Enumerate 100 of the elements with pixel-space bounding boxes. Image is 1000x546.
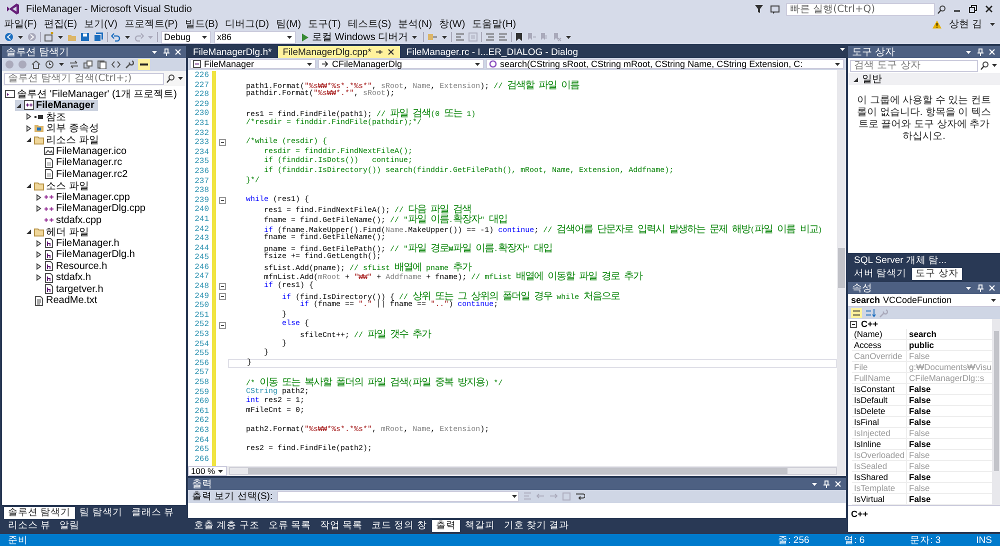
caret-icon[interactable] xyxy=(201,34,208,40)
menu-item[interactable]: 도구(T) xyxy=(308,17,341,31)
caret-icon[interactable] xyxy=(989,20,996,28)
close-icon[interactable] xyxy=(984,4,994,14)
collapse-icon[interactable] xyxy=(219,197,226,204)
caret-icon[interactable] xyxy=(834,60,841,68)
caret-icon[interactable] xyxy=(217,468,224,474)
caret-icon[interactable] xyxy=(991,62,998,69)
caret-icon[interactable] xyxy=(411,34,418,40)
user-name[interactable]: 상현 김 xyxy=(949,17,982,31)
tree-item[interactable]: FileManagerDlg.h xyxy=(35,249,139,260)
document-tab[interactable]: FileManagerDlg.cpp* xyxy=(278,46,400,58)
restore-icon[interactable] xyxy=(968,4,978,14)
tab[interactable]: 기호 찾기 결과 xyxy=(500,520,574,532)
caret-icon[interactable] xyxy=(510,493,518,500)
menu-item[interactable]: 팀(M) xyxy=(276,17,302,31)
menu-item[interactable]: 도움말(H) xyxy=(472,17,516,31)
search-field[interactable]: 솔루션 탐색기 검색(Ctrl+;) xyxy=(4,72,164,84)
tree-item[interactable]: 외부 종속성 xyxy=(25,122,103,134)
save-icon[interactable] xyxy=(80,32,90,42)
tab[interactable]: 팀 탐색기 xyxy=(76,507,126,519)
feedback-icon[interactable] xyxy=(770,4,780,14)
sync-icon[interactable] xyxy=(69,60,79,69)
tab[interactable]: 도구 상자 xyxy=(912,268,962,280)
quick-launch-field[interactable]: 빠른 실행(Ctrl+Q) xyxy=(786,2,935,16)
tree-item[interactable]: stdafx.h xyxy=(35,272,96,284)
tree-item[interactable]: FileManager.ico xyxy=(35,146,131,157)
caret-icon[interactable] xyxy=(177,75,184,82)
expanded-arrow-icon[interactable] xyxy=(25,182,32,190)
caret-icon[interactable] xyxy=(151,48,158,56)
categorized-icon[interactable] xyxy=(851,308,862,318)
expanded-arrow-icon[interactable] xyxy=(25,228,32,236)
expanded-arrow-icon[interactable] xyxy=(15,102,22,109)
new-project-icon[interactable] xyxy=(44,32,54,42)
tree-item[interactable]: Resource.h xyxy=(35,260,112,272)
menu-item[interactable]: 테스트(S) xyxy=(348,17,392,31)
menu-item[interactable]: 편집(E) xyxy=(44,17,78,31)
tab[interactable]: 알림 xyxy=(56,520,84,532)
menu-item[interactable]: 보기(V) xyxy=(84,17,118,31)
collapse-icon[interactable] xyxy=(219,283,226,290)
tree-item[interactable]: FileManager.h xyxy=(35,238,124,249)
menu-item[interactable]: 프로젝트(P) xyxy=(124,17,178,31)
tab[interactable]: 작업 목록 xyxy=(316,520,367,532)
menu-item[interactable]: 파일(F) xyxy=(4,17,37,31)
tree-item[interactable]: 솔루션 'FileManager' (1개 프로젝트) xyxy=(5,88,181,100)
code-icon[interactable] xyxy=(111,60,121,69)
tree-item[interactable]: FileManagerDlg.cpp xyxy=(35,203,150,214)
pin-icon[interactable] xyxy=(375,48,384,56)
tab[interactable]: 출력 xyxy=(432,520,460,532)
project-dropdown[interactable]: FileManager xyxy=(190,59,316,69)
member-dropdown[interactable]: search(CString sRoot, CString mRoot, CString Name, CString Extension, C: xyxy=(486,59,844,69)
close-icon[interactable] xyxy=(387,48,396,56)
configuration-dropdown[interactable]: Debug xyxy=(161,30,211,44)
start-debugging-button[interactable]: 로컬 Windows 디버거 xyxy=(299,30,420,44)
collapse-icon[interactable] xyxy=(219,139,226,146)
collapse-all-icon[interactable] xyxy=(83,60,93,69)
bookmark-icon[interactable] xyxy=(515,32,524,42)
tree-item[interactable]: 헤더 파일 xyxy=(25,226,93,238)
document-tab[interactable]: FileManager.rc - I...ER_DIALOG - Dialog xyxy=(401,46,583,58)
group-header[interactable]: 일반 xyxy=(848,73,1000,85)
class-dropdown[interactable]: CFileManagerDlg xyxy=(318,59,484,69)
collapsed-arrow-icon[interactable] xyxy=(25,113,32,120)
search-field[interactable]: 검색 도구 상자 xyxy=(850,60,978,72)
menu-item[interactable]: 디버그(D) xyxy=(225,17,270,31)
caret-icon[interactable] xyxy=(124,34,131,40)
zoom-dropdown[interactable]: 100 % xyxy=(188,466,228,476)
alphabetical-icon[interactable] xyxy=(865,308,876,318)
tab[interactable]: 클래스 뷰 xyxy=(127,507,178,519)
caret-icon[interactable] xyxy=(441,34,448,40)
platform-dropdown[interactable]: x86 xyxy=(214,30,296,44)
undo-icon[interactable] xyxy=(111,32,121,42)
tab[interactable]: 코드 정의 창 xyxy=(368,520,431,532)
clock-icon[interactable] xyxy=(45,60,54,69)
tree-item[interactable]: stdafx.cpp xyxy=(35,214,106,226)
document-tab[interactable]: FileManagerDlg.h* xyxy=(188,46,277,58)
caret-icon[interactable] xyxy=(839,46,846,53)
collapsed-arrow-icon[interactable] xyxy=(35,262,42,270)
tab[interactable]: 오류 목록 xyxy=(264,520,315,532)
caret-icon[interactable] xyxy=(811,480,818,488)
menu-item[interactable]: 분석(N) xyxy=(398,17,432,31)
home-icon[interactable] xyxy=(31,60,41,69)
menu-item[interactable]: 빌드(B) xyxy=(184,17,218,31)
menu-item[interactable]: 창(W) xyxy=(439,17,466,31)
tree-item[interactable]: 참조 xyxy=(25,111,70,122)
collapsed-arrow-icon[interactable] xyxy=(35,240,42,247)
tab[interactable]: 호출 계층 구조 xyxy=(190,520,264,532)
tree-item[interactable]: 소스 파일 xyxy=(25,180,93,192)
expanded-arrow-icon[interactable] xyxy=(25,136,32,144)
caret-icon[interactable] xyxy=(565,34,572,40)
save-all-icon[interactable] xyxy=(93,32,104,42)
expanded-arrow-icon[interactable] xyxy=(852,76,859,82)
tree-item[interactable]: FileManager.rc2 xyxy=(35,168,132,180)
collapse-icon[interactable] xyxy=(850,320,857,328)
caret-icon[interactable] xyxy=(17,34,24,40)
word-wrap-icon[interactable] xyxy=(574,492,585,501)
tab[interactable]: 서버 탐색기 xyxy=(850,268,911,280)
tab[interactable]: 리소스 뷰 xyxy=(4,520,55,532)
caret-icon[interactable] xyxy=(57,34,64,40)
tab[interactable]: SQL Server 개체 탐... xyxy=(850,255,950,267)
tab[interactable]: 책갈피 xyxy=(460,520,499,532)
